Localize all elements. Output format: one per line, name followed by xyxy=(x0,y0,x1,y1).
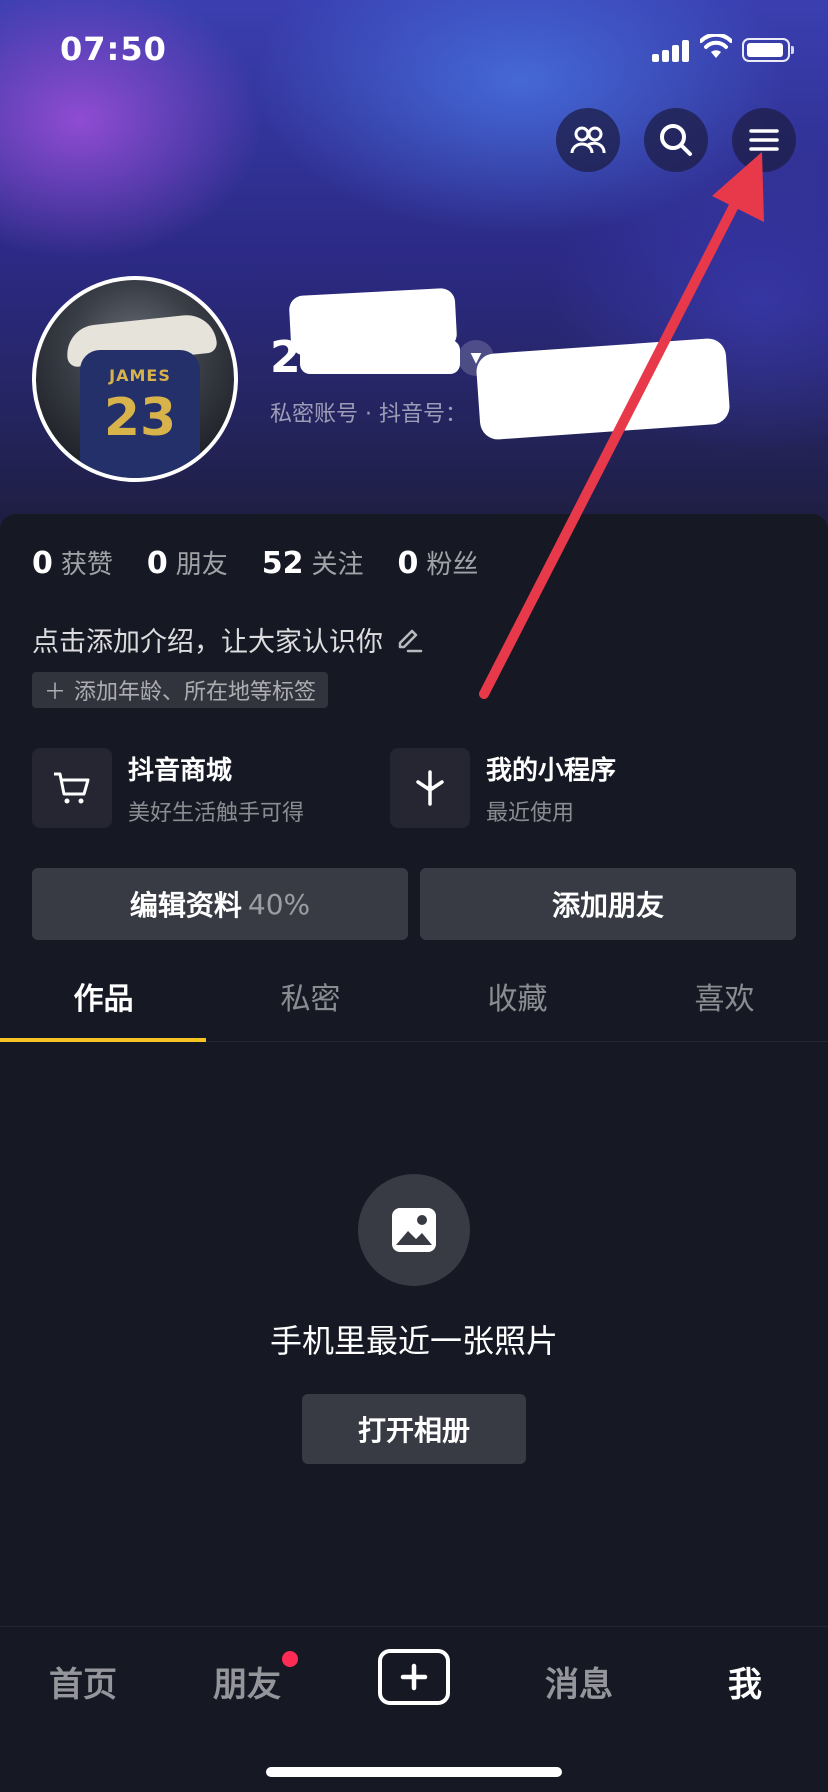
content-tabs: 作品 私密 收藏 喜欢 xyxy=(0,950,828,1042)
tab-favorites[interactable]: 收藏 xyxy=(414,950,621,1042)
avatar-jersey: JAMES 23 xyxy=(80,350,200,478)
profile-panel: 0 获赞 0 朋友 52 关注 0 粉丝 点击添加介绍，让大家认识你 ＋ 添加年… xyxy=(0,514,828,1624)
stat-followers[interactable]: 0 粉丝 xyxy=(398,544,479,581)
redaction-name-2 xyxy=(300,340,460,374)
plus-icon xyxy=(400,1663,428,1691)
stat-label: 粉丝 xyxy=(426,550,479,580)
nav-friends[interactable]: 朋友 xyxy=(172,1651,322,1711)
stats-row: 0 获赞 0 朋友 52 关注 0 粉丝 xyxy=(32,544,478,581)
add-tags-chip[interactable]: ＋ 添加年龄、所在地等标签 xyxy=(32,672,329,708)
nav-messages[interactable]: 消息 xyxy=(504,1651,654,1711)
nav-me[interactable]: 我 xyxy=(670,1651,820,1711)
edit-pencil-icon xyxy=(398,629,423,652)
bio-text: 点击添加介绍，让大家认识你 xyxy=(32,627,383,658)
friends-button[interactable] xyxy=(556,108,620,172)
status-time: 07:50 xyxy=(60,30,167,68)
nav-home[interactable]: 首页 xyxy=(8,1651,158,1711)
shopping-cart-icon xyxy=(32,748,112,828)
edit-profile-label: 编辑资料 xyxy=(129,889,242,922)
stat-label: 关注 xyxy=(311,550,364,580)
menu-button[interactable] xyxy=(732,108,796,172)
stat-value: 0 xyxy=(146,546,168,581)
stat-friends[interactable]: 0 朋友 xyxy=(147,544,228,581)
tab-private[interactable]: 私密 xyxy=(207,950,414,1042)
avatar[interactable]: JAMES 23 xyxy=(32,276,238,482)
tag-chip-label: 添加年龄、所在地等标签 xyxy=(74,680,317,705)
account-id-line: 私密账号 · 抖音号： xyxy=(270,402,467,427)
redaction-id xyxy=(475,337,731,441)
add-friend-button[interactable]: 添加朋友 xyxy=(420,868,796,940)
stat-value: 0 xyxy=(397,546,419,581)
mini-programs-entry[interactable]: 我的小程序 最近使用 xyxy=(390,748,616,828)
cellular-signal-icon xyxy=(652,38,692,62)
stat-value: 0 xyxy=(32,546,53,581)
home-indicator xyxy=(266,1767,562,1777)
stat-following[interactable]: 52 关注 xyxy=(262,544,364,581)
edit-profile-progress: 40% xyxy=(247,887,311,921)
photo-icon xyxy=(358,1174,470,1286)
stat-value: 52 xyxy=(261,546,304,581)
tab-likes[interactable]: 喜欢 xyxy=(621,950,828,1042)
active-tab-indicator xyxy=(0,1038,206,1042)
wifi-icon xyxy=(700,34,732,58)
bottom-navigation: 首页 朋友 消息 我 xyxy=(0,1626,828,1792)
mall-title: 抖音商城 xyxy=(128,755,233,786)
mall-subtitle: 美好生活触手可得 xyxy=(128,800,305,826)
create-post-button[interactable] xyxy=(378,1649,450,1705)
bio-prompt[interactable]: 点击添加介绍，让大家认识你 xyxy=(32,620,423,659)
plus-icon: ＋ xyxy=(44,680,67,705)
search-icon xyxy=(660,124,692,156)
open-album-button[interactable]: 打开相册 xyxy=(302,1394,526,1464)
status-bar: 07:50 xyxy=(0,0,828,100)
stat-likes[interactable]: 0 获赞 xyxy=(32,544,113,581)
menu-icon xyxy=(749,129,779,151)
profile-cover: 07:50 JAMES 23 2 ▼ 私密账号 · 抖音号： xyxy=(0,0,828,560)
stat-label: 朋友 xyxy=(175,550,228,580)
battery-icon xyxy=(742,38,794,62)
mini-programs-subtitle: 最近使用 xyxy=(486,800,575,826)
jersey-number: 23 xyxy=(103,388,177,448)
mini-programs-title: 我的小程序 xyxy=(486,755,617,786)
search-button[interactable] xyxy=(644,108,708,172)
edit-profile-button[interactable]: 编辑资料 40% xyxy=(32,868,408,940)
notification-dot xyxy=(282,1651,298,1667)
mini-program-icon xyxy=(390,748,470,828)
stat-label: 获赞 xyxy=(60,550,113,580)
friends-icon xyxy=(570,126,606,154)
jersey-name: JAMES xyxy=(109,366,171,385)
add-friend-label: 添加朋友 xyxy=(551,889,664,922)
douyin-mall-entry[interactable]: 抖音商城 美好生活触手可得 xyxy=(32,748,304,828)
empty-state-title: 手机里最近一张照片 xyxy=(269,1322,558,1360)
tab-works[interactable]: 作品 xyxy=(0,950,207,1042)
